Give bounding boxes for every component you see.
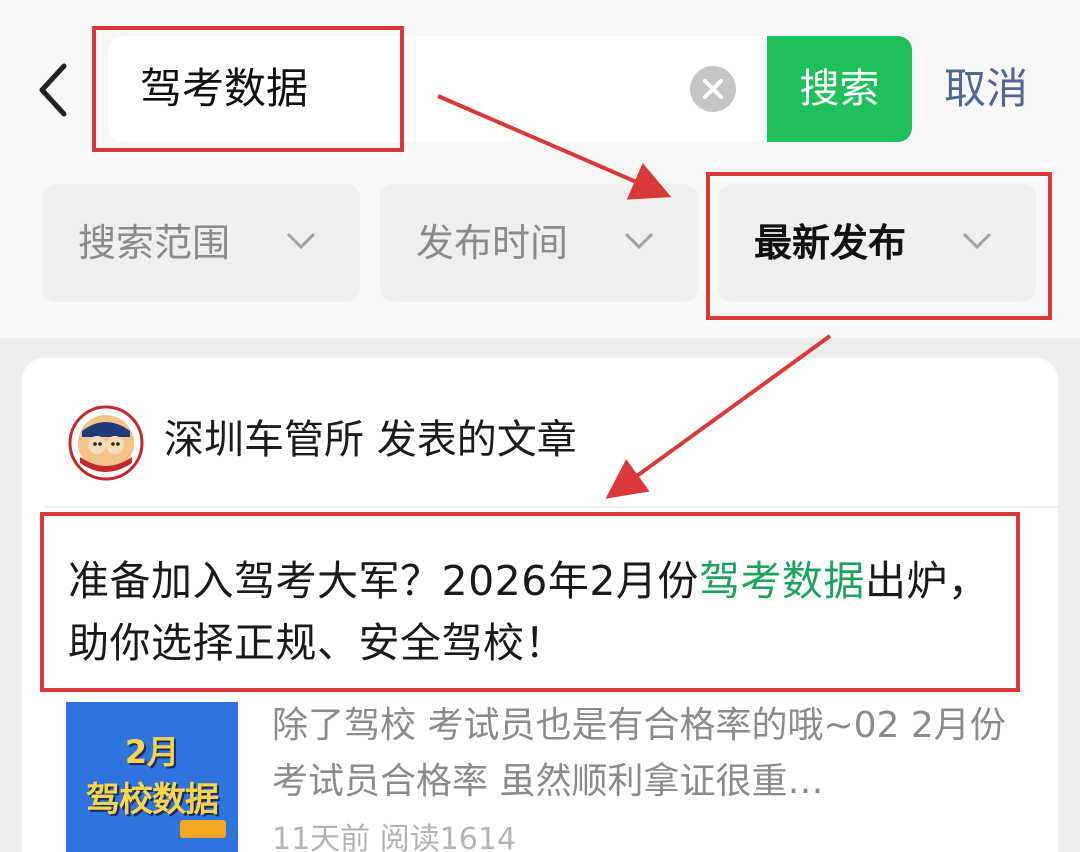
annotation-arrow	[605, 334, 832, 499]
annotation-arrows	[437, 94, 832, 499]
annotation-arrow	[437, 94, 672, 200]
